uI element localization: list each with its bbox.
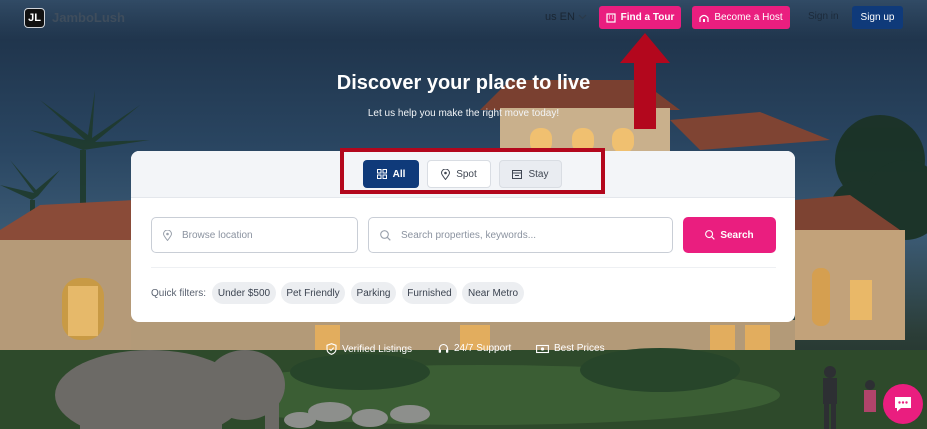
quick-filter-chip[interactable]: Under $500 <box>212 282 276 304</box>
feature-label: Best Prices <box>554 343 605 354</box>
quick-filter-chip[interactable]: Pet Friendly <box>281 282 345 304</box>
quick-filter-chip[interactable]: Near Metro <box>462 282 524 304</box>
location-input[interactable]: Browse location <box>151 217 358 253</box>
quick-filter-chip[interactable]: Furnished <box>402 282 457 304</box>
shield-check-icon <box>326 343 337 355</box>
tab-all-label: All <box>392 168 406 180</box>
chat-button[interactable] <box>883 384 923 424</box>
calendar-icon <box>512 169 523 179</box>
map-pin-icon <box>163 229 172 241</box>
language-prefix: us <box>545 11 557 23</box>
tab-spot-label: Spot <box>456 168 477 180</box>
feature-support: 24/7 Support <box>438 343 511 354</box>
quick-filter-chip[interactable]: Parking <box>351 282 396 304</box>
find-tour-label: Find a Tour <box>620 12 675 23</box>
tab-stay-label: Stay <box>528 168 549 180</box>
chat-bubble-icon <box>893 395 913 413</box>
sign-up-button[interactable]: Sign up <box>852 6 903 29</box>
search-button[interactable]: Search <box>683 217 776 253</box>
location-placeholder: Browse location <box>182 229 253 241</box>
search-icon <box>705 230 716 240</box>
keyword-placeholder: Search properties, keywords... <box>401 229 537 241</box>
headset-icon <box>438 343 449 354</box>
language-code: EN <box>559 11 575 23</box>
find-tour-button[interactable]: Find a Tour <box>599 6 681 29</box>
brand-logo-icon[interactable]: JL <box>24 8 45 28</box>
feature-verified-listings: Verified Listings <box>326 343 412 355</box>
feature-label: Verified Listings <box>342 343 413 355</box>
feature-best-prices: Best Prices <box>536 343 605 354</box>
tab-all[interactable]: All <box>363 160 419 188</box>
search-button-label: Search <box>720 229 754 241</box>
brand-name[interactable]: JamboLush <box>52 10 125 25</box>
become-host-button[interactable]: Become a Host <box>692 6 790 29</box>
money-icon <box>536 344 549 354</box>
sign-in-link[interactable]: Sign in <box>808 11 839 22</box>
quick-filters-label: Quick filters: <box>151 288 207 299</box>
language-selector[interactable]: us EN <box>545 11 587 23</box>
chevron-down-icon <box>578 14 587 20</box>
card-divider <box>151 267 776 268</box>
grid-icon <box>376 169 387 179</box>
hero-title: Discover your place to live <box>336 72 591 94</box>
search-icon <box>380 229 391 241</box>
keyword-search-input[interactable]: Search properties, keywords... <box>368 217 673 253</box>
become-host-label: Become a Host <box>714 12 783 23</box>
tab-spot[interactable]: Spot <box>427 160 491 188</box>
map-pin-icon <box>441 168 451 180</box>
building-icon <box>606 12 616 23</box>
tab-stay[interactable]: Stay <box>499 160 562 188</box>
feature-label: 24/7 Support <box>454 343 512 354</box>
hero-subtitle: Let us help you make the right move toda… <box>367 108 560 119</box>
top-navbar: JL JamboLush us EN Find a Tour Become a … <box>0 0 927 36</box>
host-icon <box>699 13 709 23</box>
